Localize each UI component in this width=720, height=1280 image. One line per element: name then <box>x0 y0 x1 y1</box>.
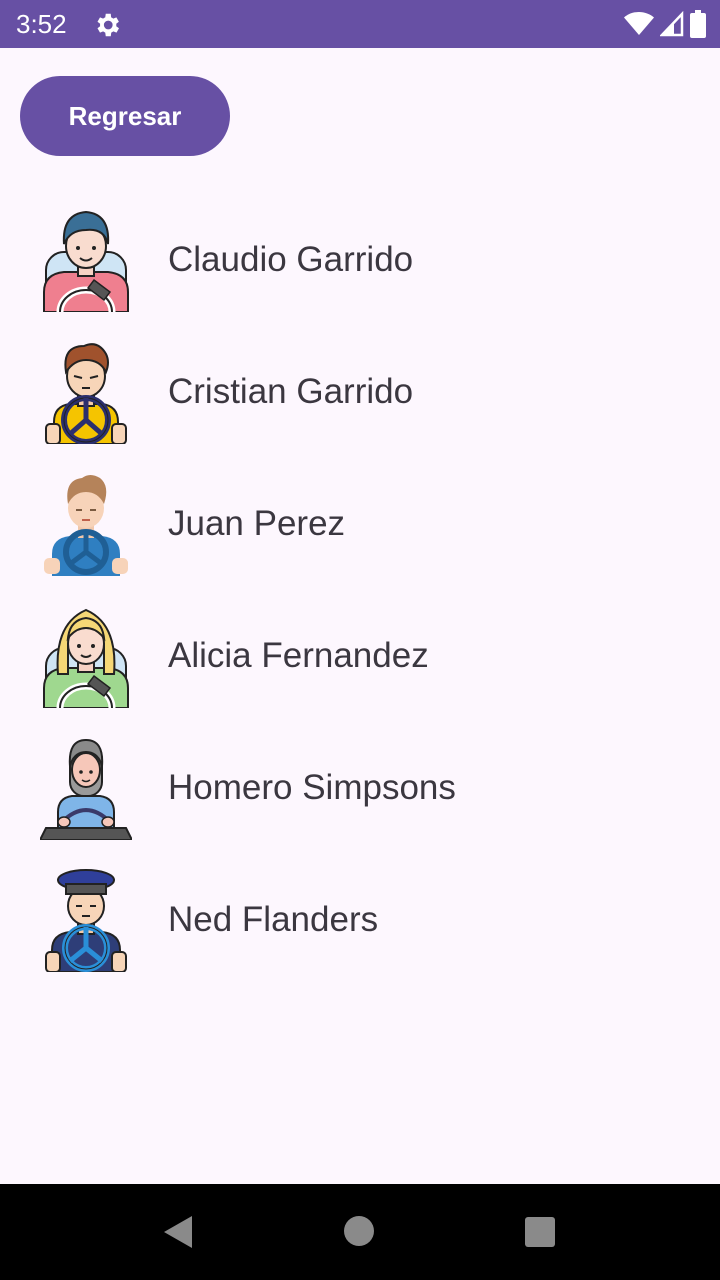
driver-avatar-blonde-woman-icon <box>43 608 129 708</box>
driver-name: Ned Flanders <box>168 900 379 939</box>
status-bar: 3:52 <box>0 0 720 48</box>
recent-apps-square-icon[interactable] <box>525 1217 555 1247</box>
driver-avatar-gray-hair-icon <box>40 738 132 840</box>
driver-name: Alicia Fernandez <box>168 636 429 675</box>
list-item[interactable]: Alicia Fernandez <box>0 596 720 728</box>
list-item[interactable]: Claudio Garrido <box>0 200 720 332</box>
driver-name: Juan Perez <box>168 504 346 543</box>
battery-icon <box>690 10 706 38</box>
driver-avatar-cap-icon <box>45 869 127 972</box>
back-button[interactable]: Regresar <box>20 76 230 156</box>
driver-list: Claudio Garrido Cristian Garrido Juan Pe… <box>0 200 720 992</box>
driver-avatar-blue-hair-icon <box>43 210 129 312</box>
driver-avatar-light-brown-hair-icon <box>44 475 128 576</box>
wifi-icon <box>624 12 654 35</box>
list-item[interactable]: Homero Simpsons <box>0 728 720 860</box>
back-triangle-icon[interactable] <box>160 1214 194 1250</box>
list-item[interactable]: Ned Flanders <box>0 860 720 992</box>
gear-icon <box>97 13 119 37</box>
status-time: 3:52 <box>16 9 67 39</box>
driver-avatar-brown-hair-icon <box>45 343 127 444</box>
driver-name: Claudio Garrido <box>168 240 414 279</box>
status-icons <box>624 10 706 38</box>
list-item[interactable]: Cristian Garrido <box>0 332 720 464</box>
signal-icon <box>660 11 684 37</box>
driver-name: Cristian Garrido <box>168 372 414 411</box>
driver-name: Homero Simpsons <box>168 768 456 807</box>
list-item[interactable]: Juan Perez <box>0 464 720 596</box>
home-circle-icon[interactable] <box>344 1216 374 1246</box>
